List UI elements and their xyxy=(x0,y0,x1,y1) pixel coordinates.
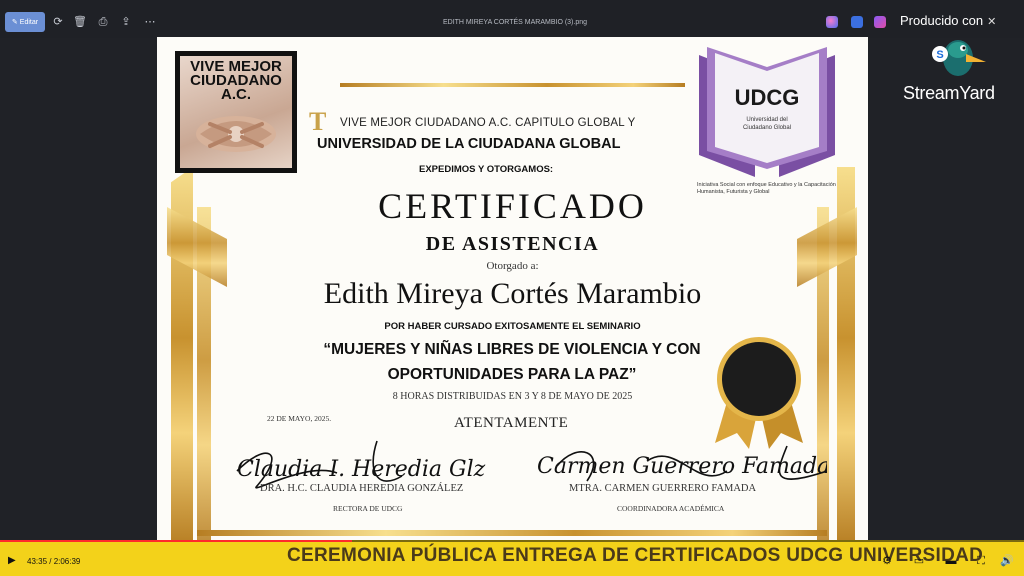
closing-text: ATENTAMENTE xyxy=(454,415,569,431)
close-icon[interactable]: ✕ xyxy=(987,16,996,28)
reason-text: POR HABER CURSADO EXITOSAMENTE EL SEMINA… xyxy=(384,321,641,332)
issue-date: 22 DE MAYO, 2025. xyxy=(267,414,332,423)
svg-text:Universidad del: Universidad del xyxy=(746,117,787,123)
edit-icon: ✎ xyxy=(11,19,18,26)
ticker-text: CEREMONIA PÚBLICA ENTREGA DE CERTIFICADO… xyxy=(287,545,984,566)
theater-icon[interactable]: ▬ xyxy=(944,554,958,568)
print-icon[interactable]: ⎙ xyxy=(96,15,110,29)
produced-text: Producido con xyxy=(900,13,984,28)
share-icon[interactable]: ⇪ xyxy=(119,15,133,29)
signature-1-script: Claudia I. Heredia Glz xyxy=(237,457,486,482)
settings-icon[interactable]: ⚙ xyxy=(880,554,894,568)
signatory-1-role: RECTORA DE UDCG xyxy=(333,504,403,513)
awarded-to-label: Otorgado a: xyxy=(486,260,539,272)
recipient-name: Edith Mireya Cortés Marambio xyxy=(323,277,702,310)
issuer-line-2: UNIVERSIDAD DE LA CIUDADANA GLOBAL xyxy=(317,136,621,152)
certificate-subtitle: DE ASISTENCIA xyxy=(425,233,600,255)
gold-border-bottom xyxy=(197,530,827,536)
edit-button-label: Editar xyxy=(19,18,39,26)
signatory-1-name: DRA. H.C. CLAUDIA HEREDIA GONZÁLEZ xyxy=(260,483,464,494)
designer-icon[interactable] xyxy=(874,16,886,28)
hands-circle-icon xyxy=(196,116,276,152)
svg-text:Ciudadano Global: Ciudadano Global xyxy=(743,125,791,131)
issuer-line-1: VIVE MEJOR CIUDADANO A.C. CAPITULO GLOBA… xyxy=(340,117,636,129)
delete-icon[interactable]: 🗑 xyxy=(73,15,87,29)
volume-icon[interactable]: 🔊 xyxy=(1000,554,1014,568)
signature-2-script: Carmen Guerrero Famada xyxy=(537,454,827,479)
certificate-image: VIVE MEJOR CIUDADANO A.C. UDCG Universid… xyxy=(157,37,868,540)
certificate-title: CERTIFICADO xyxy=(378,186,647,226)
seal-icon xyxy=(715,337,803,449)
gold-header-line xyxy=(340,83,685,87)
udcg-logo: UDCG Universidad del Ciudadano Global xyxy=(699,47,835,177)
issuer-line-3: EXPEDIMOS Y OTORGAMOS: xyxy=(419,164,554,175)
produced-with-label: Producido con ✕ xyxy=(900,13,996,28)
seminar-title: “MUJERES Y NIÑAS LIBRES DE VIOLENCIA Y C… xyxy=(323,341,701,383)
image-viewer-toolbar: ✎ Editar ⟳ 🗑 ⎙ ⇪ ⋯ EDITH MIREYA CORTÉS M… xyxy=(0,0,1024,38)
edit-button[interactable]: ✎ Editar xyxy=(5,12,45,32)
rotate-icon[interactable]: ⟳ xyxy=(51,15,65,29)
playback-time: 43:35 / 2:06:39 xyxy=(27,557,81,566)
copilot-icon[interactable] xyxy=(826,16,838,28)
file-name: EDITH MIREYA CORTÉS MARAMBIO (3).png xyxy=(442,19,588,26)
play-icon[interactable]: ▶ xyxy=(8,555,18,567)
edit-pen-icon[interactable] xyxy=(851,16,863,28)
signatory-2-role: COORDINADORA ACADÉMICA xyxy=(617,504,725,513)
progress-track[interactable] xyxy=(0,540,1024,542)
vive-mejor-logo-text: VIVE MEJOR CIUDADANO A.C. xyxy=(190,58,282,103)
streamyard-brand: StreamYard xyxy=(903,83,995,103)
progress-fill xyxy=(0,540,353,542)
miniplayer-icon[interactable]: ▭ xyxy=(912,554,926,568)
fullscreen-icon[interactable]: ⛶ xyxy=(974,554,988,568)
svg-text:S: S xyxy=(936,49,943,61)
stream-frame: ✎ Editar ⟳ 🗑 ⎙ ⇪ ⋯ EDITH MIREYA CORTÉS M… xyxy=(0,0,1024,576)
udcg-acronym: UDCG xyxy=(735,85,800,110)
t-emblem-icon: T xyxy=(309,107,327,136)
vive-mejor-logo: VIVE MEJOR CIUDADANO A.C. xyxy=(175,51,297,173)
more-icon[interactable]: ⋯ xyxy=(143,15,157,29)
signatory-2-name: MTRA. CARMEN GUERRERO FAMADA xyxy=(569,483,757,494)
streamyard-duck-icon: S xyxy=(932,40,986,76)
